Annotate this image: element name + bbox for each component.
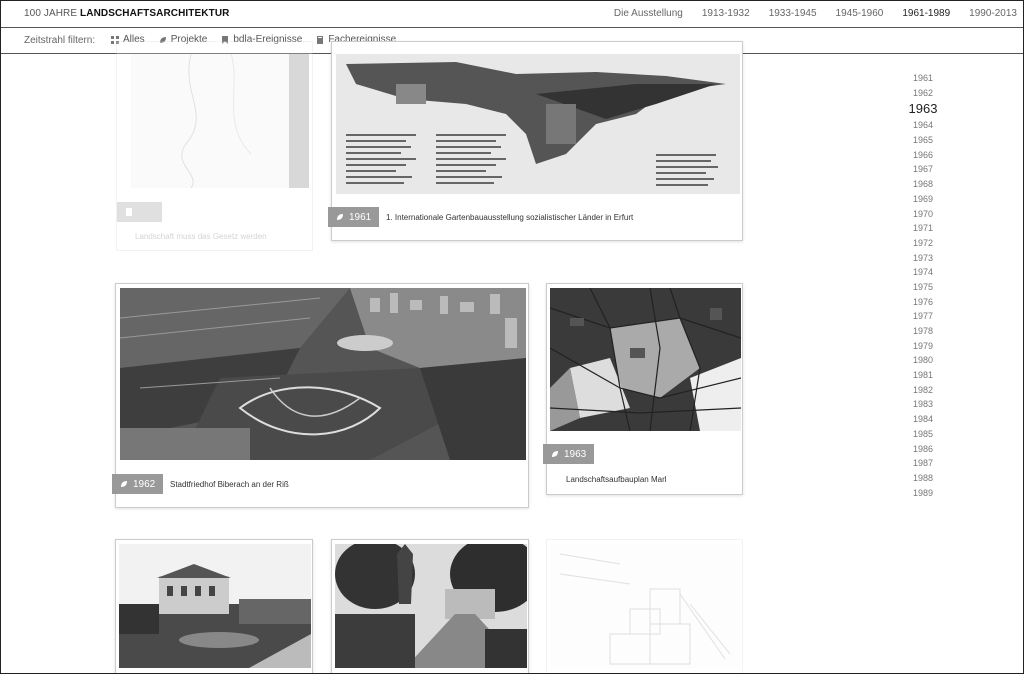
card-caption: Landschaftsaufbauplan Marl xyxy=(566,475,667,484)
year-item[interactable]: 1973 xyxy=(893,251,953,266)
year-item[interactable]: 1966 xyxy=(893,148,953,163)
year-item[interactable]: 1972 xyxy=(893,236,953,251)
year-badge: 1961 xyxy=(328,207,380,227)
leaf-icon xyxy=(337,214,343,220)
year-item[interactable]: 1962 xyxy=(893,86,953,101)
brand-prefix: 100 JAHRE xyxy=(24,8,78,19)
top-bar: 100 JAHRE LANDSCHAFTSARCHITEKTUR Die Aus… xyxy=(1,1,1023,28)
brand-title: LANDSCHAFTSARCHITEKTUR xyxy=(80,8,230,19)
year-item[interactable]: 1983 xyxy=(893,397,953,412)
year-item[interactable]: 1971 xyxy=(893,221,953,236)
landscape-plan-image xyxy=(550,288,741,431)
card-image xyxy=(335,544,527,668)
year-item[interactable]: 1984 xyxy=(893,412,953,427)
card-park-path[interactable] xyxy=(331,539,529,673)
year-badge xyxy=(117,202,162,222)
year-item[interactable]: 1964 xyxy=(893,118,953,133)
year-item[interactable]: 1986 xyxy=(893,442,953,457)
card-image xyxy=(550,544,741,668)
year-item[interactable]: 1987 xyxy=(893,456,953,471)
year-item[interactable]: 1988 xyxy=(893,471,953,486)
year-item[interactable]: 1981 xyxy=(893,368,953,383)
year-item[interactable]: 1961 xyxy=(893,71,953,86)
nav-1945-1960[interactable]: 1945-1960 xyxy=(836,8,884,19)
card-marl[interactable]: 1963 Landschaftsaufbauplan Marl xyxy=(543,283,743,495)
play-structure-image xyxy=(550,544,741,668)
card-image xyxy=(336,54,740,194)
year-item[interactable]: 1965 xyxy=(893,133,953,148)
main-nav: Die Ausstellung 1913-1932 1933-1945 1945… xyxy=(614,8,1017,19)
filter-label: Zeitstrahl filtern: xyxy=(24,35,96,46)
card-erfurt[interactable]: 1961 1. Internationale Gartenbauausstell… xyxy=(328,41,743,241)
nav-1990-2013[interactable]: 1990-2013 xyxy=(969,8,1017,19)
card-image xyxy=(131,54,309,188)
year-badge: 1962 xyxy=(112,474,164,494)
year-item[interactable]: 1967 xyxy=(893,162,953,177)
book-cover-image xyxy=(131,54,309,188)
palace-garden-image xyxy=(119,544,311,668)
year-item[interactable]: 1978 xyxy=(893,324,953,339)
book-icon xyxy=(126,208,132,216)
park-path-image xyxy=(335,544,527,668)
leaf-icon xyxy=(121,481,127,487)
card-biberach[interactable]: 1962 Stadtfriedhof Biberach an der Riß xyxy=(112,283,529,508)
card-image xyxy=(120,288,526,460)
card-image xyxy=(119,544,311,668)
site-brand[interactable]: 100 JAHRE LANDSCHAFTSARCHITEKTUR xyxy=(24,8,229,19)
badge-year: 1961 xyxy=(349,211,372,223)
card-faded-playground[interactable] xyxy=(546,539,743,673)
badge-year: 1963 xyxy=(564,448,587,460)
badge-year: 1962 xyxy=(133,478,156,490)
year-item-current[interactable]: 1963 xyxy=(893,100,953,118)
card-caption: Stadtfriedhof Biberach an der Riß xyxy=(170,480,289,489)
nav-die-ausstellung[interactable]: Die Ausstellung xyxy=(614,8,683,19)
card-palace[interactable] xyxy=(115,539,313,673)
nav-1933-1945[interactable]: 1933-1945 xyxy=(769,8,817,19)
nav-1961-1989[interactable]: 1961-1989 xyxy=(902,8,950,19)
year-item[interactable]: 1989 xyxy=(893,486,953,501)
year-item[interactable]: 1980 xyxy=(893,353,953,368)
year-item[interactable]: 1968 xyxy=(893,177,953,192)
card-caption: Landschaft muss das Gesetz werden xyxy=(135,232,267,241)
year-item[interactable]: 1974 xyxy=(893,265,953,280)
year-item[interactable]: 1977 xyxy=(893,309,953,324)
book-icon xyxy=(317,35,324,44)
year-item[interactable]: 1985 xyxy=(893,427,953,442)
nav-1913-1932[interactable]: 1913-1932 xyxy=(702,8,750,19)
year-timeline: 1961 1962 1963 1964 1965 1966 1967 1968 … xyxy=(893,71,953,500)
year-item[interactable]: 1976 xyxy=(893,295,953,310)
exhibition-map-image xyxy=(336,54,740,194)
app-frame: 100 JAHRE LANDSCHAFTSARCHITEKTUR Die Aus… xyxy=(0,0,1024,674)
card-faded-book[interactable]: Landschaft muss das Gesetz werden xyxy=(116,41,313,251)
year-item[interactable]: 1979 xyxy=(893,339,953,354)
year-item[interactable]: 1975 xyxy=(893,280,953,295)
leaf-icon xyxy=(552,451,558,457)
year-item[interactable]: 1982 xyxy=(893,383,953,398)
card-image xyxy=(550,288,741,431)
year-badge: 1963 xyxy=(543,444,595,464)
aerial-cemetery-image xyxy=(120,288,526,460)
year-item[interactable]: 1969 xyxy=(893,192,953,207)
card-caption: 1. Internationale Gartenbauausstellung s… xyxy=(386,213,634,222)
year-item[interactable]: 1970 xyxy=(893,207,953,222)
